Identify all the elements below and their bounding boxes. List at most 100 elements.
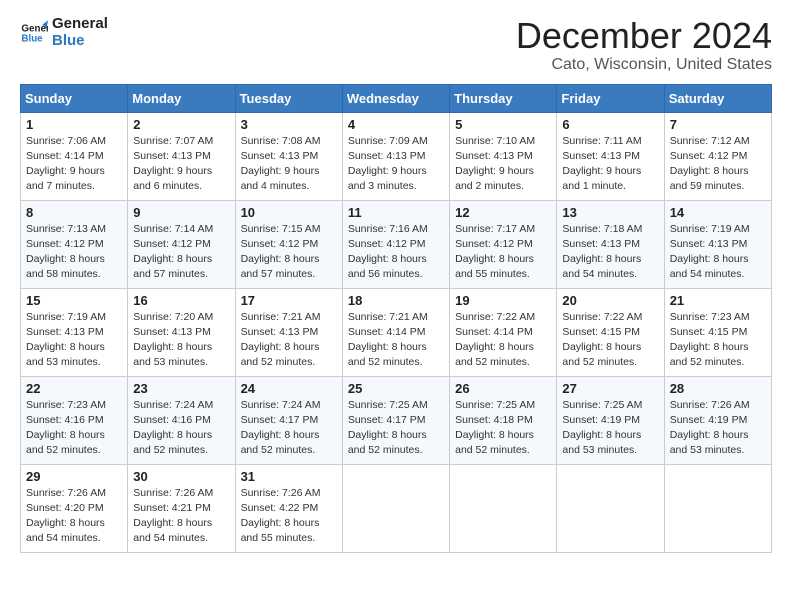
svg-text:Blue: Blue [21, 33, 43, 44]
day-number: 21 [670, 293, 766, 308]
header-cell-wednesday: Wednesday [342, 84, 449, 112]
calendar-cell: 23Sunrise: 7:24 AMSunset: 4:16 PMDayligh… [128, 376, 235, 464]
logo-line1: General [52, 16, 108, 33]
header-cell-thursday: Thursday [450, 84, 557, 112]
day-detail: Sunrise: 7:26 AMSunset: 4:21 PMDaylight:… [133, 486, 229, 547]
calendar-cell [664, 464, 771, 552]
calendar-cell: 22 Sunrise: 7:23 AMSunset: 4:16 PMDayligh… [21, 376, 128, 464]
day-number: 18 [348, 293, 444, 308]
day-detail: Sunrise: 7:19 AMSunset: 4:13 PMDaylight:… [670, 222, 766, 283]
calendar-cell: 4Sunrise: 7:09 AMSunset: 4:13 PMDaylight… [342, 112, 449, 200]
calendar-cell: 7Sunrise: 7:12 AMSunset: 4:12 PMDaylight… [664, 112, 771, 200]
day-detail: Sunrise: 7:18 AMSunset: 4:13 PMDaylight:… [562, 222, 658, 283]
day-detail: Sunrise: 7:13 AMSunset: 4:12 PMDaylight:… [26, 222, 122, 283]
day-number: 12 [455, 205, 551, 220]
logo-icon: General Blue [20, 19, 48, 47]
day-detail: Sunrise: 7:23 AMSunset: 4:15 PMDaylight:… [670, 310, 766, 371]
day-number: 8 [26, 205, 122, 220]
day-detail: Sunrise: 7:07 AMSunset: 4:13 PMDaylight:… [133, 134, 229, 195]
header-cell-sunday: Sunday [21, 84, 128, 112]
day-number: 22 [26, 381, 122, 396]
day-number: 3 [241, 117, 337, 132]
header-cell-tuesday: Tuesday [235, 84, 342, 112]
calendar-cell: 18 Sunrise: 7:21 AMSunset: 4:14 PMDayligh… [342, 288, 449, 376]
day-detail: Sunrise: 7:16 AMSunset: 4:12 PMDaylight:… [348, 222, 444, 283]
week-row-5: 29 Sunrise: 7:26 AMSunset: 4:20 PMDayligh… [21, 464, 772, 552]
calendar-cell: 6Sunrise: 7:11 AMSunset: 4:13 PMDaylight… [557, 112, 664, 200]
calendar-cell: 21 Sunrise: 7:23 AMSunset: 4:15 PMDayligh… [664, 288, 771, 376]
day-number: 27 [562, 381, 658, 396]
calendar-cell: 1Sunrise: 7:06 AMSunset: 4:14 PMDaylight… [21, 112, 128, 200]
day-number: 26 [455, 381, 551, 396]
header-cell-friday: Friday [557, 84, 664, 112]
day-detail: Sunrise: 7:06 AMSunset: 4:14 PMDaylight:… [26, 134, 122, 195]
week-row-4: 22 Sunrise: 7:23 AMSunset: 4:16 PMDayligh… [21, 376, 772, 464]
day-number: 9 [133, 205, 229, 220]
calendar-cell: 29 Sunrise: 7:26 AMSunset: 4:20 PMDayligh… [21, 464, 128, 552]
calendar-cell [557, 464, 664, 552]
calendar-cell: 27Sunrise: 7:25 AMSunset: 4:19 PMDayligh… [557, 376, 664, 464]
calendar-cell: 20 Sunrise: 7:22 AMSunset: 4:15 PMDayligh… [557, 288, 664, 376]
calendar-cell: 10Sunrise: 7:15 AMSunset: 4:12 PMDayligh… [235, 200, 342, 288]
header: General Blue General Blue December 2024 … [20, 16, 772, 74]
day-detail: Sunrise: 7:26 AMSunset: 4:20 PMDaylight:… [26, 486, 122, 547]
day-detail: Sunrise: 7:23 AMSunset: 4:16 PMDaylight:… [26, 398, 122, 459]
title-area: December 2024 Cato, Wisconsin, United St… [516, 16, 772, 74]
day-number: 25 [348, 381, 444, 396]
day-number: 31 [241, 469, 337, 484]
calendar-cell: 3 Sunrise: 7:08 AMSunset: 4:13 PMDaylight… [235, 112, 342, 200]
week-row-2: 8 Sunrise: 7:13 AMSunset: 4:12 PMDaylight… [21, 200, 772, 288]
calendar-cell: 13 Sunrise: 7:18 AMSunset: 4:13 PMDayligh… [557, 200, 664, 288]
day-detail: Sunrise: 7:14 AMSunset: 4:12 PMDaylight:… [133, 222, 229, 283]
calendar-cell: 11 Sunrise: 7:16 AMSunset: 4:12 PMDayligh… [342, 200, 449, 288]
calendar-cell: 31 Sunrise: 7:26 AMSunset: 4:22 PMDayligh… [235, 464, 342, 552]
calendar-cell: 12 Sunrise: 7:17 AMSunset: 4:12 PMDayligh… [450, 200, 557, 288]
calendar-cell: 16Sunrise: 7:20 AMSunset: 4:13 PMDayligh… [128, 288, 235, 376]
day-number: 5 [455, 117, 551, 132]
logo: General Blue General Blue [20, 16, 108, 49]
calendar-cell: 19 Sunrise: 7:22 AMSunset: 4:14 PMDayligh… [450, 288, 557, 376]
day-number: 6 [562, 117, 658, 132]
calendar-cell: 24Sunrise: 7:24 AMSunset: 4:17 PMDayligh… [235, 376, 342, 464]
day-number: 30 [133, 469, 229, 484]
calendar-cell [342, 464, 449, 552]
day-number: 15 [26, 293, 122, 308]
calendar-cell: 26 Sunrise: 7:25 AMSunset: 4:18 PMDayligh… [450, 376, 557, 464]
calendar-cell: 14Sunrise: 7:19 AMSunset: 4:13 PMDayligh… [664, 200, 771, 288]
day-detail: Sunrise: 7:15 AMSunset: 4:12 PMDaylight:… [241, 222, 337, 283]
day-detail: Sunrise: 7:26 AMSunset: 4:22 PMDaylight:… [241, 486, 337, 547]
day-number: 11 [348, 205, 444, 220]
calendar-header-row: SundayMondayTuesdayWednesdayThursdayFrid… [21, 84, 772, 112]
day-detail: Sunrise: 7:19 AMSunset: 4:13 PMDaylight:… [26, 310, 122, 371]
calendar-cell: 17Sunrise: 7:21 AMSunset: 4:13 PMDayligh… [235, 288, 342, 376]
day-detail: Sunrise: 7:08 AMSunset: 4:13 PMDaylight:… [241, 134, 337, 195]
calendar-cell: 15 Sunrise: 7:19 AMSunset: 4:13 PMDayligh… [21, 288, 128, 376]
day-number: 29 [26, 469, 122, 484]
day-detail: Sunrise: 7:25 AMSunset: 4:18 PMDaylight:… [455, 398, 551, 459]
day-number: 19 [455, 293, 551, 308]
day-number: 13 [562, 205, 658, 220]
day-detail: Sunrise: 7:10 AMSunset: 4:13 PMDaylight:… [455, 134, 551, 195]
calendar: SundayMondayTuesdayWednesdayThursdayFrid… [20, 84, 772, 553]
day-number: 28 [670, 381, 766, 396]
location-subtitle: Cato, Wisconsin, United States [516, 56, 772, 74]
month-title: December 2024 [516, 16, 772, 56]
day-detail: Sunrise: 7:12 AMSunset: 4:12 PMDaylight:… [670, 134, 766, 195]
day-number: 2 [133, 117, 229, 132]
day-detail: Sunrise: 7:22 AMSunset: 4:15 PMDaylight:… [562, 310, 658, 371]
header-cell-saturday: Saturday [664, 84, 771, 112]
week-row-1: 1Sunrise: 7:06 AMSunset: 4:14 PMDaylight… [21, 112, 772, 200]
calendar-cell: 9 Sunrise: 7:14 AMSunset: 4:12 PMDaylight… [128, 200, 235, 288]
day-detail: Sunrise: 7:21 AMSunset: 4:14 PMDaylight:… [348, 310, 444, 371]
calendar-cell: 28Sunrise: 7:26 AMSunset: 4:19 PMDayligh… [664, 376, 771, 464]
day-number: 24 [241, 381, 337, 396]
calendar-cell: 5 Sunrise: 7:10 AMSunset: 4:13 PMDaylight… [450, 112, 557, 200]
day-detail: Sunrise: 7:21 AMSunset: 4:13 PMDaylight:… [241, 310, 337, 371]
day-detail: Sunrise: 7:22 AMSunset: 4:14 PMDaylight:… [455, 310, 551, 371]
day-detail: Sunrise: 7:20 AMSunset: 4:13 PMDaylight:… [133, 310, 229, 371]
day-detail: Sunrise: 7:24 AMSunset: 4:16 PMDaylight:… [133, 398, 229, 459]
day-detail: Sunrise: 7:17 AMSunset: 4:12 PMDaylight:… [455, 222, 551, 283]
calendar-cell: 8 Sunrise: 7:13 AMSunset: 4:12 PMDaylight… [21, 200, 128, 288]
day-number: 20 [562, 293, 658, 308]
calendar-cell: 30 Sunrise: 7:26 AMSunset: 4:21 PMDayligh… [128, 464, 235, 552]
